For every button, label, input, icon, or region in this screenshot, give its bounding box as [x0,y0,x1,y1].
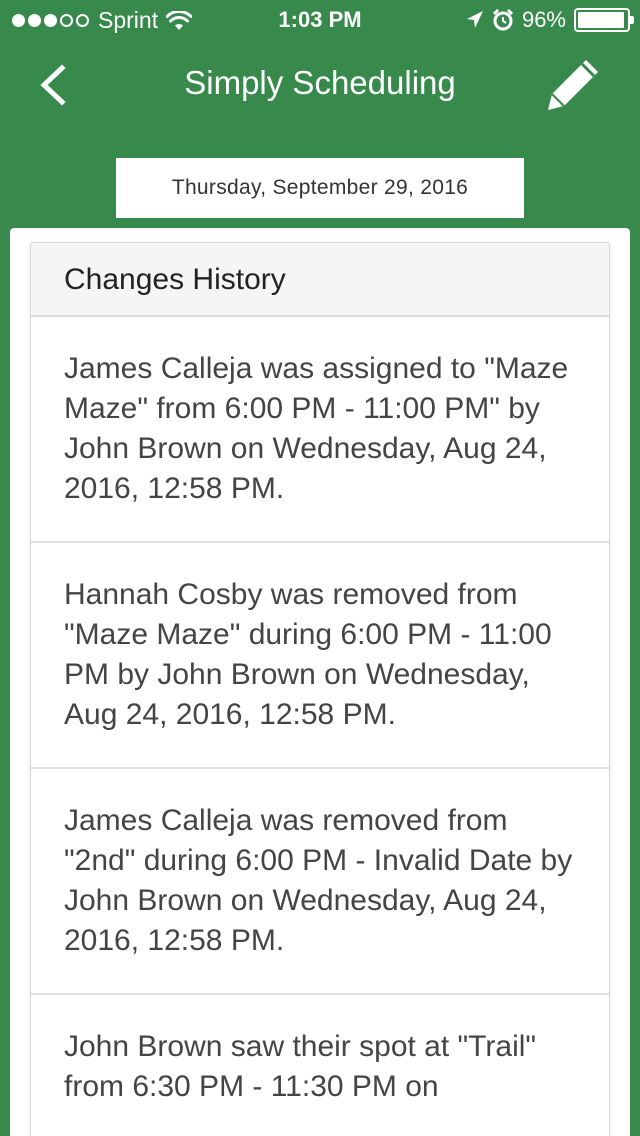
history-item: Hannah Cosby was removed from "Maze Maze… [31,543,609,769]
history-item: James Calleja was assigned to "Maze Maze… [31,317,609,543]
alarm-clock-icon [492,9,514,31]
status-right: 96% [466,7,634,33]
nav-bar: Simply Scheduling [0,40,640,130]
pencil-icon [548,60,598,110]
status-bar: Sprint 1:03 PM 96% [0,0,640,40]
history-item: James Calleja was removed from "2nd" dur… [31,769,609,995]
history-item-text: James Calleja was assigned to "Maze Maze… [64,352,569,505]
history-item-text: John Brown saw their spot at "Trail" fro… [64,1030,537,1103]
battery-percentage: 96% [521,7,566,32]
changes-history-card: Changes History James Calleja was assign… [30,242,610,1136]
history-item-text: Hannah Cosby was removed from "Maze Maze… [64,578,552,731]
history-item: John Brown saw their spot at "Trail" fro… [31,995,609,1136]
card-title: Changes History [31,243,609,317]
date-selector[interactable]: Thursday, September 29, 2016 [116,158,524,218]
battery-icon [574,8,634,32]
location-arrow-icon [466,11,483,28]
battery-level-fill [578,12,625,28]
history-item-text: James Calleja was removed from "2nd" dur… [64,804,573,957]
content-area: Changes History James Calleja was assign… [10,228,630,1136]
edit-button[interactable] [540,52,606,118]
screen: Sprint 1:03 PM 96% Simply Scheduling Thu… [0,0,640,1136]
